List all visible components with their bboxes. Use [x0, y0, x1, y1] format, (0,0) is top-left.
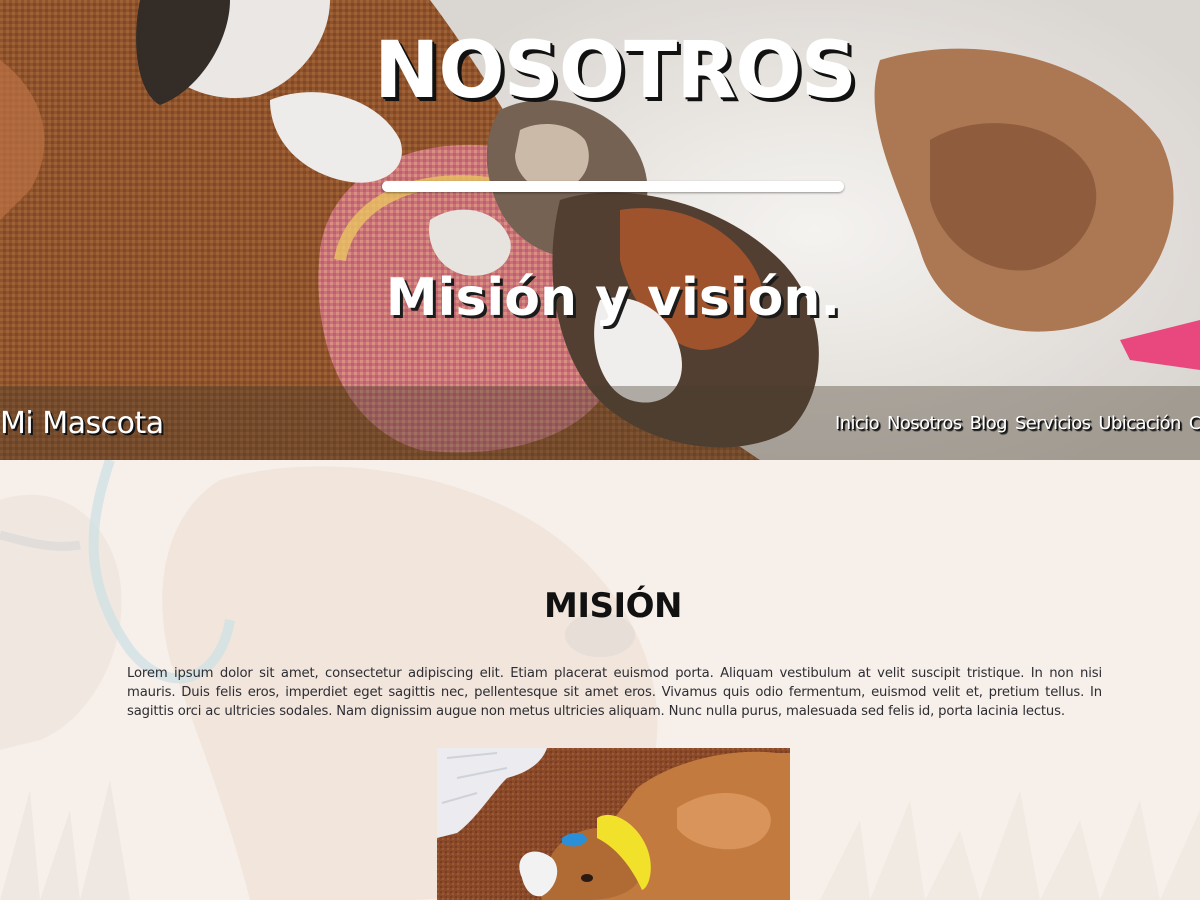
nav-menu: Inicio Nosotros Blog Servicios Ubicación… [835, 413, 1200, 434]
page-subtitle: Misión y visión. [385, 268, 841, 328]
puppy-photo [437, 748, 790, 900]
brand-logo-link[interactable]: Mi Mascota [0, 406, 164, 441]
page-title: NOSOTROS [374, 26, 857, 116]
nav-link-servicios[interactable]: Servicios [1015, 413, 1091, 434]
navbar: Mi Mascota Inicio Nosotros Blog Servicio… [0, 386, 1200, 460]
title-divider [382, 181, 844, 192]
mision-section: MISIÓN Lorem ipsum dolor sit amet, conse… [0, 460, 1200, 900]
nav-link-inicio[interactable]: Inicio [835, 413, 880, 434]
nav-link-nosotros[interactable]: Nosotros [887, 413, 962, 434]
mision-paragraph: Lorem ipsum dolor sit amet, consectetur … [127, 666, 1102, 719]
hero-section: NOSOTROS Misión y visión. Mi Mascota Ini… [0, 0, 1200, 460]
mision-heading: MISIÓN [544, 586, 682, 626]
nav-link-contacto[interactable]: Contacto [1189, 413, 1200, 434]
nav-link-ubicacion[interactable]: Ubicación [1098, 413, 1181, 434]
nav-link-blog[interactable]: Blog [970, 413, 1008, 434]
